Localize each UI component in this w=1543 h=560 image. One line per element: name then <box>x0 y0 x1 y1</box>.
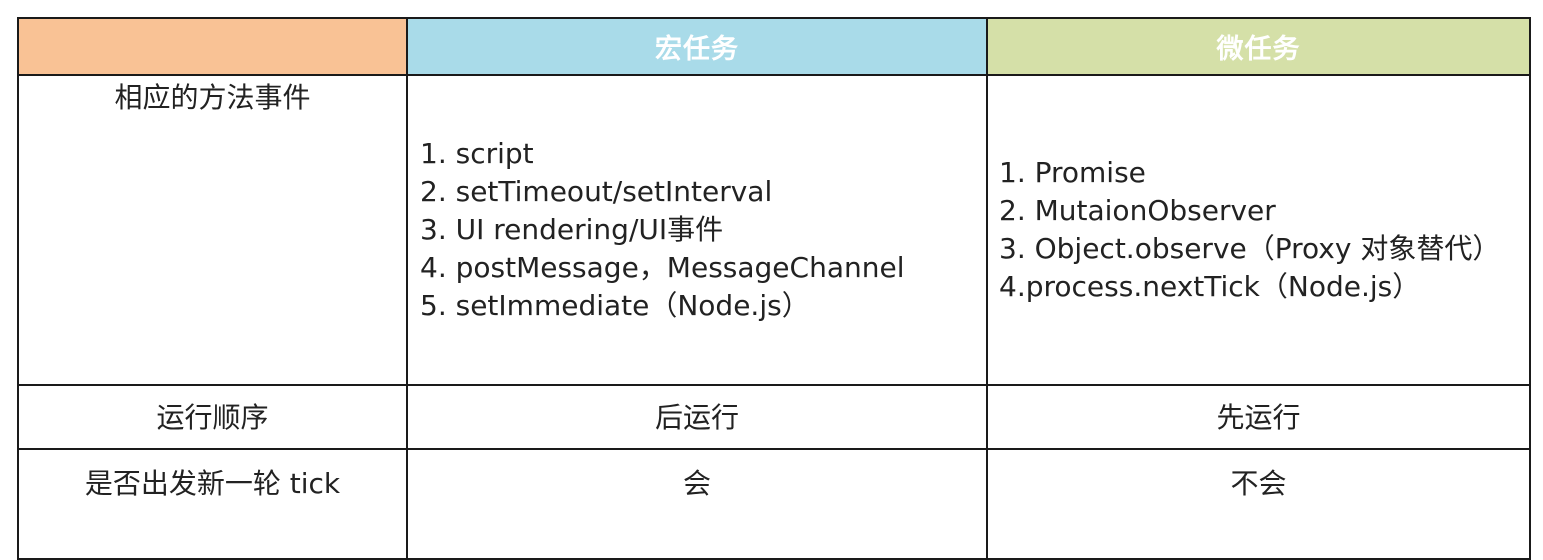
macrotask-new-tick-cell: 会 <box>406 448 988 560</box>
macrotask-method-item: 1. script <box>420 137 534 170</box>
microtask-method-item: 3. Object.observe（Proxy 对象替代） <box>999 232 1501 265</box>
table-row-order: 运行顺序 后运行 先运行 <box>17 384 1531 450</box>
macrotask-order-cell: 后运行 <box>406 384 988 450</box>
microtask-method-item: 4.process.nextTick（Node.js） <box>999 270 1421 303</box>
microtask-methods-cell: 1. Promise 2. MutaionObserver 3. Object.… <box>986 74 1531 386</box>
microtask-method-item: 1. Promise <box>999 156 1146 189</box>
comparison-table: 宏任务 微任务 相应的方法事件 1. script 2. setTimeout/… <box>17 17 1531 560</box>
row-label-methods: 相应的方法事件 <box>17 74 408 386</box>
header-microtask: 微任务 <box>986 17 1531 76</box>
table-row-new-tick: 是否出发新一轮 tick 会 不会 <box>17 448 1531 560</box>
microtask-new-tick-cell: 不会 <box>986 448 1531 560</box>
row-label-order: 运行顺序 <box>17 384 408 450</box>
header-row: 宏任务 微任务 <box>17 17 1531 76</box>
microtask-order-cell: 先运行 <box>986 384 1531 450</box>
header-macrotask: 宏任务 <box>406 17 988 76</box>
table-row-methods: 相应的方法事件 1. script 2. setTimeout/setInter… <box>17 74 1531 386</box>
row-label-new-tick: 是否出发新一轮 tick <box>17 448 408 560</box>
macrotask-method-item: 4. postMessage，MessageChannel <box>420 251 905 284</box>
macrotask-methods-cell: 1. script 2. setTimeout/setInterval 3. U… <box>406 74 988 386</box>
macrotask-method-item: 2. setTimeout/setInterval <box>420 175 773 208</box>
header-empty-cell <box>17 17 408 76</box>
macrotask-method-item: 3. UI rendering/UI事件 <box>420 213 724 246</box>
macrotask-method-item: 5. setImmediate（Node.js） <box>420 289 810 322</box>
microtask-method-item: 2. MutaionObserver <box>999 194 1276 227</box>
